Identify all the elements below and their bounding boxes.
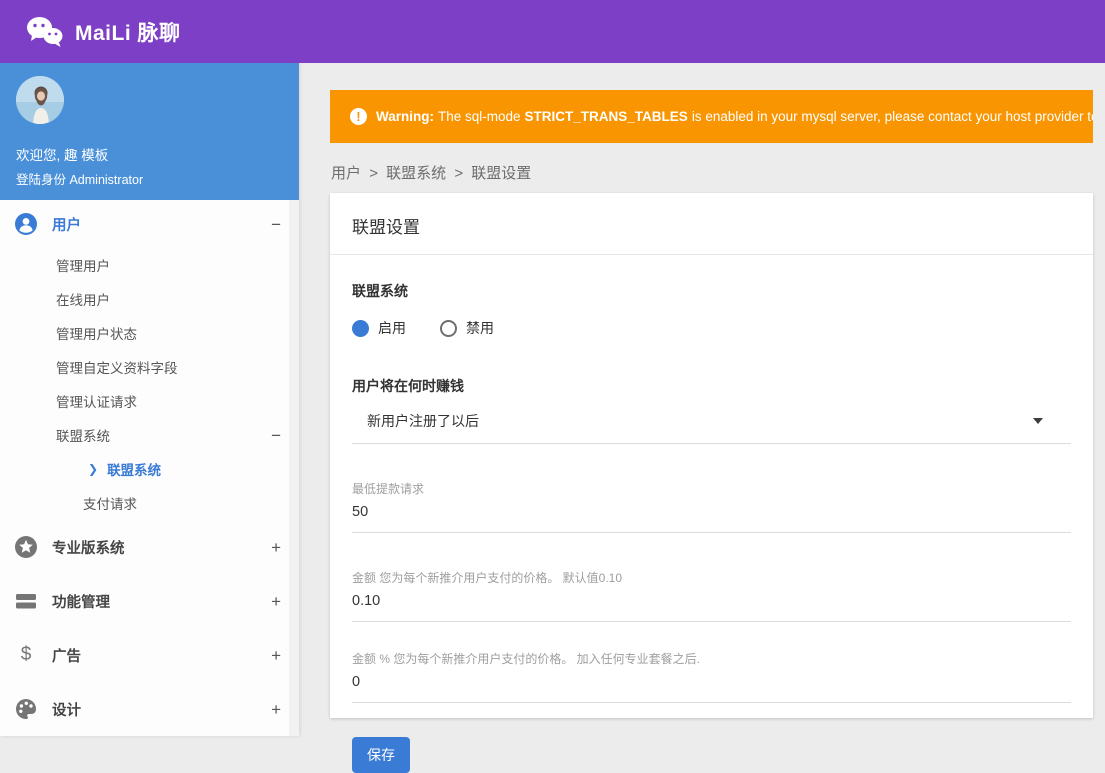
expand-icon[interactable]: + (271, 647, 281, 664)
welcome-text: 欢迎您, 趣 模板 (16, 148, 109, 163)
card-body: 联盟系统 启用 禁用 用户将在何时赚钱 新用户注册了以后 最低提款请求 50 金… (330, 255, 1093, 773)
sidebar-item-feature-management[interactable]: 功能管理 + (0, 574, 299, 628)
sidebar-item-design[interactable]: 设计 + (0, 682, 299, 736)
sidebar-item-manage-verification-requests[interactable]: 管理认证请求 (0, 384, 299, 418)
sidebar-item-label: 广告 (52, 648, 81, 665)
min-withdraw-input[interactable]: 50 (352, 504, 1071, 533)
breadcrumb-users[interactable]: 用户 (331, 165, 361, 182)
banner-warning-label: Warning: (376, 109, 434, 124)
chevron-down-icon (1033, 418, 1043, 424)
radio-disable-label[interactable]: 禁用 (466, 318, 494, 338)
min-withdraw-field: 最低提款请求 50 (352, 480, 1071, 533)
percent-field: 金额 % 您为每个新推介用户支付的价格。 加入任何专业套餐之后. 0 (352, 650, 1071, 703)
warning-icon: ! (350, 108, 367, 125)
expand-icon[interactable]: + (271, 539, 281, 556)
expand-icon[interactable]: + (271, 593, 281, 610)
sidebar-menu: 用户 − 管理用户 在线用户 管理用户状态 管理自定义资料字段 管理认证请求 联… (0, 200, 299, 736)
sidebar-item-label: 用户 (52, 217, 81, 234)
dollar-icon: $ (20, 644, 32, 665)
sidebar-item-label: 功能管理 (52, 594, 110, 611)
list-bars-icon (14, 589, 38, 613)
radio-disable[interactable] (440, 319, 457, 337)
earn-when-select[interactable]: 新用户注册了以后 (352, 411, 1071, 444)
affiliate-settings-card: 联盟设置 联盟系统 启用 禁用 用户将在何时赚钱 新用户注册了以后 最低提款请求… (330, 193, 1093, 773)
percent-input[interactable]: 0 (352, 674, 1071, 703)
sidebar-item-payment-requests[interactable]: 支付请求 (0, 486, 299, 520)
expand-icon[interactable]: + (271, 701, 281, 718)
profile-panel: 欢迎您, 趣 模板 登陆身份 Administrator (0, 63, 299, 200)
star-icon (14, 535, 38, 559)
radio-enable[interactable] (352, 319, 369, 337)
chevron-right-icon: ❯ (88, 462, 99, 476)
breadcrumb-separator: > (369, 165, 378, 182)
collapse-icon[interactable]: − (271, 216, 281, 233)
sidebar-item-online-users[interactable]: 在线用户 (0, 282, 299, 316)
breadcrumb-affiliates[interactable]: 联盟系统 (386, 165, 446, 182)
sidebar-item-ads[interactable]: $ 广告 + (0, 628, 299, 682)
breadcrumb: 用户 > 联盟系统 > 联盟设置 (331, 162, 535, 183)
radio-enable-label[interactable]: 启用 (378, 318, 406, 338)
amount-label: 金额 您为每个新推介用户支付的价格。 默认值0.10 (352, 571, 623, 585)
app-header: MaiLi 脉聊 (0, 0, 1105, 63)
amount-input[interactable]: 0.10 (352, 593, 1071, 622)
warning-banner: ! Warning: The sql-mode STRICT_TRANS_TAB… (330, 90, 1093, 143)
sidebar: 欢迎您, 趣 模板 登陆身份 Administrator 用户 − 管理用户 在… (0, 63, 299, 736)
earn-when-group: 用户将在何时赚钱 新用户注册了以后 (352, 376, 1071, 444)
sidebar-item-users[interactable]: 用户 − (0, 200, 299, 248)
sidebar-scrollbar[interactable] (289, 200, 299, 736)
min-withdraw-label: 最低提款请求 (352, 482, 425, 496)
palette-icon (14, 697, 38, 721)
affiliate-system-radio-group: 启用 禁用 (352, 318, 1071, 338)
sidebar-item-manage-user-status[interactable]: 管理用户状态 (0, 316, 299, 350)
sidebar-item-affiliates-active[interactable]: ❯ 联盟系统 (0, 452, 299, 486)
sidebar-item-label: 专业版系统 (52, 540, 125, 557)
affiliate-system-label: 联盟系统 (352, 283, 408, 299)
role-text: 登陆身份 Administrator (16, 173, 144, 187)
save-button[interactable]: 保存 (352, 737, 410, 773)
banner-sql-mode: STRICT_TRANS_TABLES (524, 109, 688, 124)
breadcrumb-affiliate-settings: 联盟设置 (471, 165, 532, 182)
amount-field: 金额 您为每个新推介用户支付的价格。 默认值0.10 0.10 (352, 569, 1071, 622)
percent-label: 金额 % 您为每个新推介用户支付的价格。 加入任何专业套餐之后. (352, 652, 701, 666)
banner-text: is enabled in your mysql server, please … (691, 109, 1093, 124)
collapse-icon[interactable]: − (271, 427, 281, 444)
breadcrumb-separator: > (454, 165, 464, 182)
sidebar-item-manage-users[interactable]: 管理用户 (0, 248, 299, 282)
sidebar-item-manage-custom-fields[interactable]: 管理自定义资料字段 (0, 350, 299, 384)
sidebar-item-affiliates-group[interactable]: 联盟系统 − (0, 418, 299, 452)
user-icon (14, 212, 38, 236)
earn-when-value: 新用户注册了以后 (367, 413, 479, 429)
sidebar-item-label: 设计 (52, 702, 81, 719)
earn-when-label: 用户将在何时赚钱 (352, 378, 464, 394)
avatar[interactable] (16, 76, 64, 124)
card-title: 联盟设置 (330, 193, 1093, 255)
wechat-logo-icon (26, 16, 63, 47)
sidebar-item-pro-system[interactable]: 专业版系统 + (0, 520, 299, 574)
banner-text: The sql-mode (438, 109, 521, 124)
brand-title: MaiLi 脉聊 (75, 21, 181, 45)
